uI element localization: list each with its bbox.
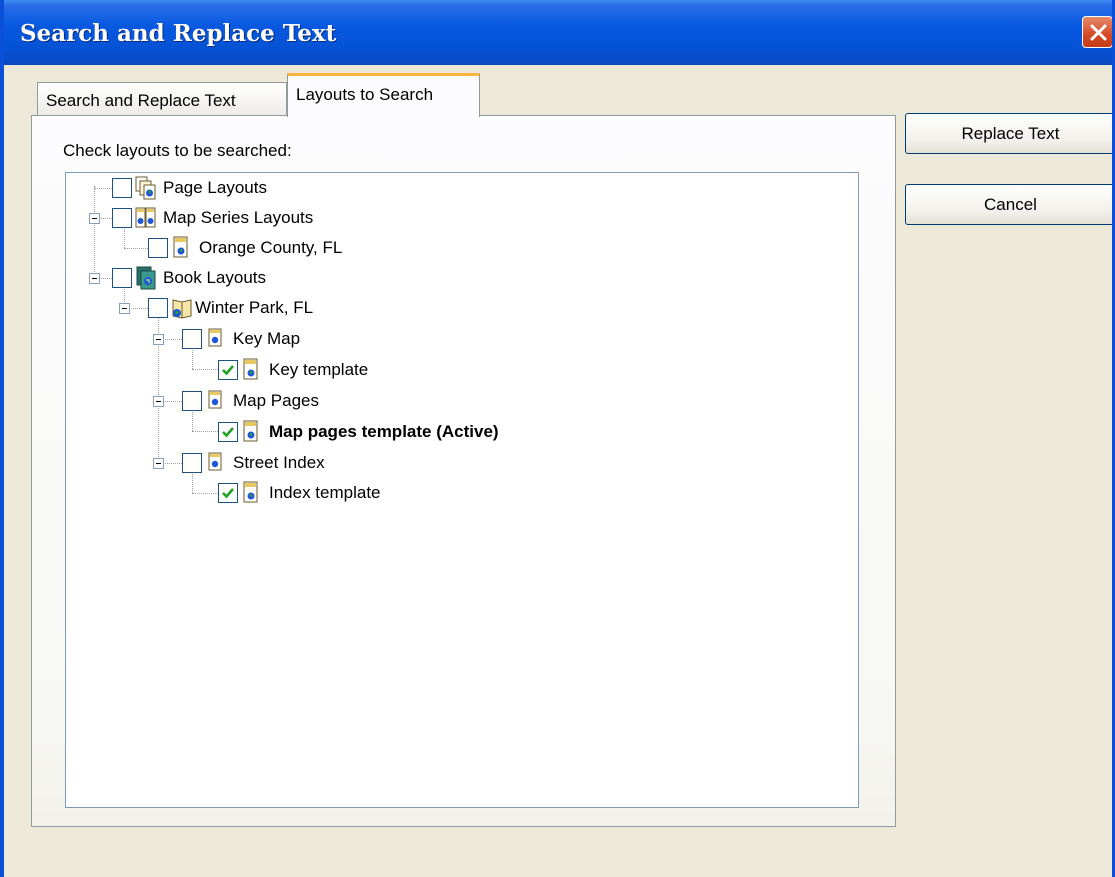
tree-item-map-pages[interactable]: Map Pages: [182, 387, 319, 415]
checkmark-icon: [222, 488, 234, 499]
replace-text-button[interactable]: Replace Text: [905, 113, 1112, 154]
tree-checkbox[interactable]: [218, 483, 238, 503]
title-bar[interactable]: Search and Replace Text: [4, 0, 1112, 65]
checkmark-icon: [222, 365, 234, 376]
window-title: Search and Replace Text: [20, 20, 337, 47]
tab-search-and-replace-text[interactable]: Search and Replace Text: [37, 82, 287, 116]
tree-checkbox[interactable]: [148, 298, 168, 318]
tree-checkbox[interactable]: [182, 391, 202, 411]
layout-document-icon: [241, 420, 263, 444]
collapse-toggle-winter-park[interactable]: [119, 303, 130, 314]
collapse-toggle-street-index[interactable]: [153, 458, 164, 469]
layout-document-icon: [241, 358, 263, 382]
tree-item-label: Index template: [269, 483, 381, 502]
tree-item-label: Orange County, FL: [199, 238, 343, 257]
tree-item-label: Map Series Layouts: [163, 208, 314, 227]
collapse-toggle-key-map[interactable]: [153, 334, 164, 345]
close-icon: [1090, 24, 1107, 41]
tree-item-page-layouts[interactable]: Page Layouts: [112, 174, 267, 202]
checkmark-icon: [222, 427, 234, 438]
tree-checkbox[interactable]: [112, 208, 132, 228]
tree-checkbox[interactable]: [182, 453, 202, 473]
book-layouts-icon: [135, 266, 157, 290]
section-icon: [205, 389, 227, 413]
tree-item-label: Page Layouts: [163, 178, 267, 197]
tab-panel: Check layouts to be searched: Page Layou…: [31, 115, 896, 827]
layouts-tree[interactable]: Page Layouts Map Series Layouts Orange C…: [65, 172, 859, 808]
book-icon: [171, 296, 193, 320]
tree-item-map-pages-template[interactable]: Map pages template (Active): [218, 418, 499, 446]
close-button[interactable]: [1082, 16, 1112, 48]
tree-checkbox[interactable]: [112, 178, 132, 198]
tree-item-label: Winter Park, FL: [195, 298, 314, 317]
tree-item-label: Street Index: [233, 453, 325, 472]
collapse-toggle-book-layouts[interactable]: [89, 273, 100, 284]
tab-layouts-to-search[interactable]: Layouts to Search: [287, 73, 480, 117]
page-layouts-icon: [135, 176, 157, 200]
layout-document-icon: [171, 236, 193, 260]
layout-document-icon: [241, 481, 263, 505]
tree-item-map-series-layouts[interactable]: Map Series Layouts: [112, 204, 313, 232]
tree-item-label: Map Pages: [233, 391, 319, 410]
cancel-button[interactable]: Cancel: [905, 184, 1112, 225]
section-icon: [205, 327, 227, 351]
tree-checkbox[interactable]: [148, 238, 168, 258]
tree-item-label: Book Layouts: [163, 268, 267, 287]
tree-item-label: Key template: [269, 360, 369, 379]
dialog-window: Search and Replace Text Search and Repla…: [0, 0, 1115, 877]
tree-checkbox[interactable]: [218, 360, 238, 380]
tree-item-label: Key Map: [233, 329, 301, 348]
tree-item-book-layouts[interactable]: Book Layouts: [112, 264, 266, 292]
tree-checkbox[interactable]: [182, 329, 202, 349]
tree-checkbox[interactable]: [218, 422, 238, 442]
tree-item-label: Map pages template (Active): [269, 422, 499, 441]
tree-item-key-map[interactable]: Key Map: [182, 325, 300, 353]
section-icon: [205, 451, 227, 475]
tree-item-street-index[interactable]: Street Index: [182, 449, 325, 477]
tree-item-index-template[interactable]: Index template: [218, 479, 381, 507]
collapse-toggle-map-series[interactable]: [89, 213, 100, 224]
tree-checkbox[interactable]: [112, 268, 132, 288]
tree-item-orange-county[interactable]: Orange County, FL: [148, 234, 342, 262]
tree-item-winter-park[interactable]: Winter Park, FL: [148, 294, 313, 322]
instruction-label: Check layouts to be searched:: [63, 141, 292, 160]
map-series-layouts-icon: [135, 206, 157, 230]
tree-item-key-template[interactable]: Key template: [218, 356, 368, 384]
collapse-toggle-map-pages[interactable]: [153, 396, 164, 407]
